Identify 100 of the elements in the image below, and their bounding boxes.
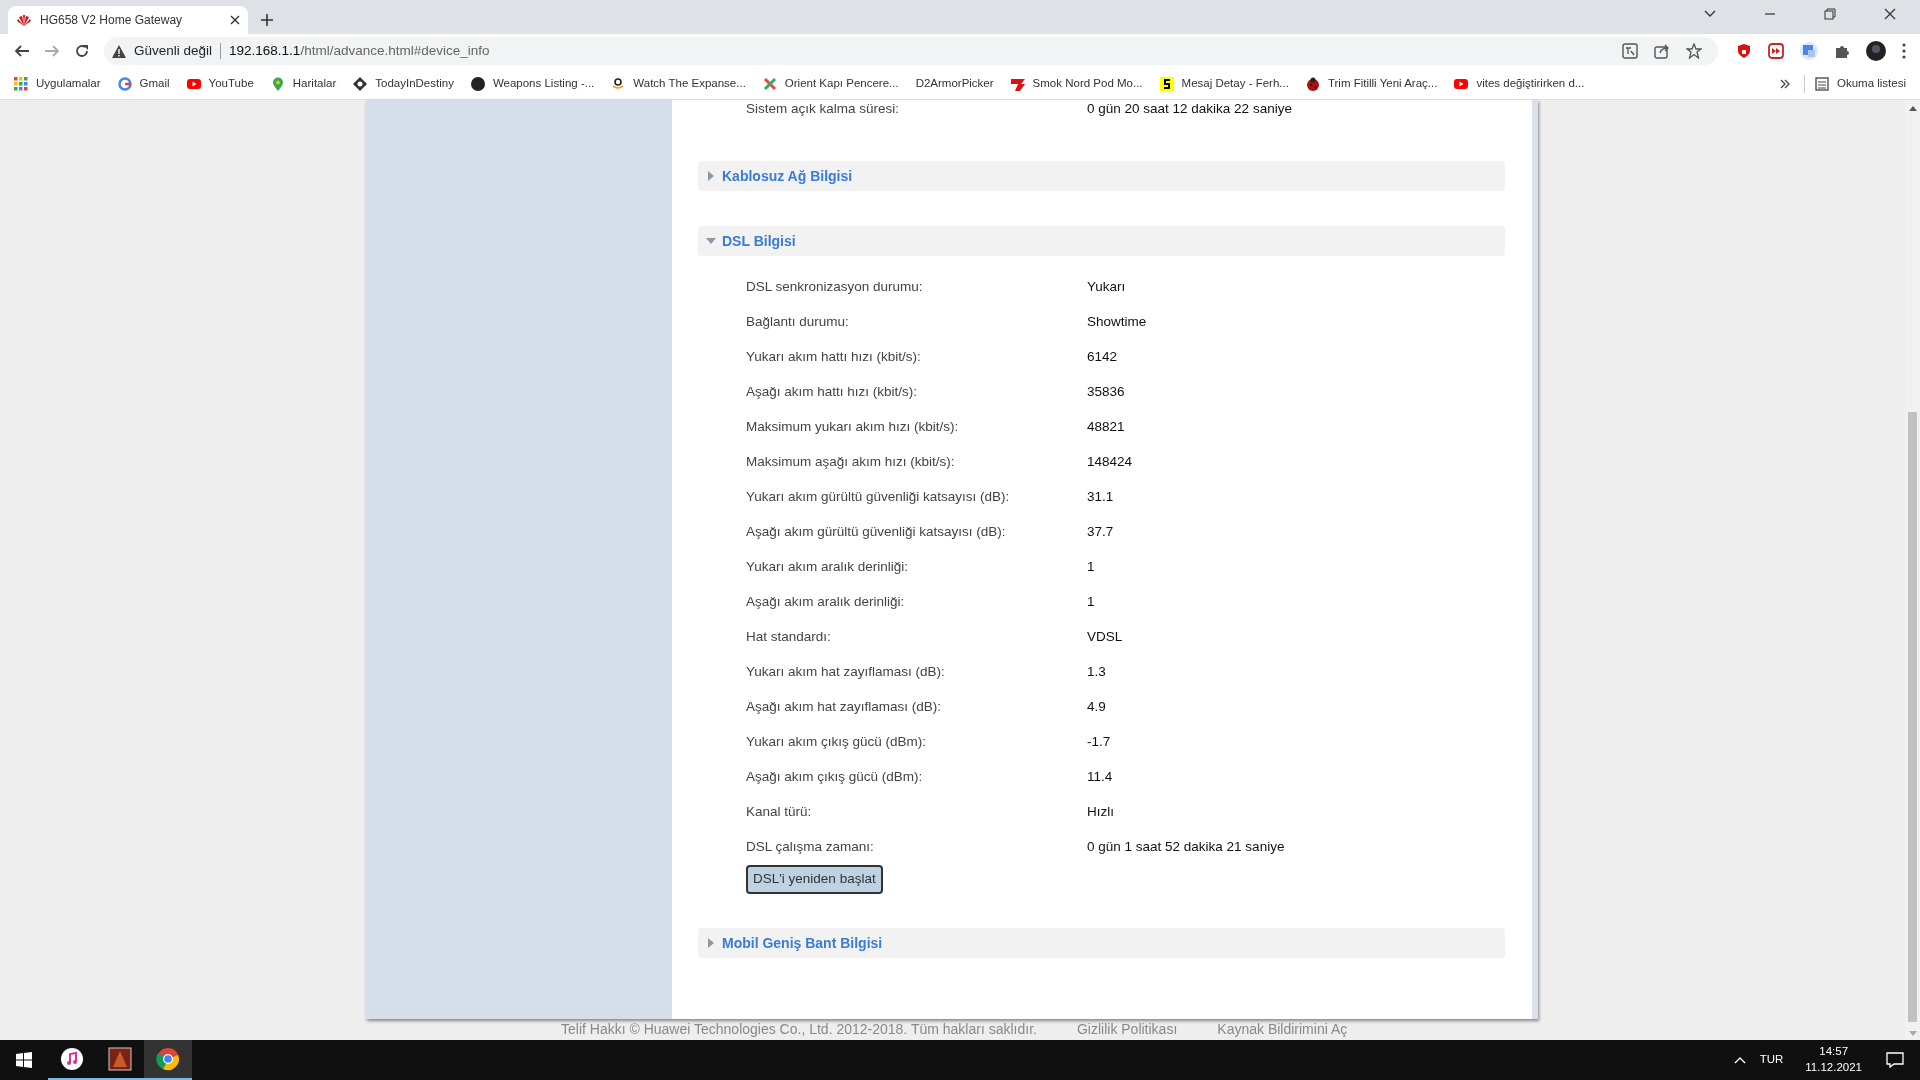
field-value: 37.7 xyxy=(1087,523,1114,542)
field-value: VDSL xyxy=(1087,628,1123,647)
avatar-icon[interactable] xyxy=(1866,41,1886,61)
fast-forward-icon[interactable] xyxy=(1768,43,1784,59)
bookmark-link[interactable]: YouTube xyxy=(208,74,254,93)
field-value: 148424 xyxy=(1087,453,1133,472)
game-tile-icon xyxy=(108,1047,132,1071)
bookmark-link[interactable]: Orient Kapı Pencere... xyxy=(784,74,899,93)
pin-icon[interactable] xyxy=(270,76,285,91)
browser-tab[interactable]: HG658 V2 Home Gateway xyxy=(8,6,248,34)
field-value: 0 gün 20 saat 12 dakika 22 saniye xyxy=(1087,99,1292,118)
notification-icon[interactable] xyxy=(1886,1052,1904,1068)
puzzle-icon[interactable] xyxy=(1834,43,1850,59)
star-icon[interactable] xyxy=(1686,43,1702,59)
plus-icon[interactable] xyxy=(260,13,274,27)
field-label: Aşağı akım aralık derinliği: xyxy=(746,593,906,612)
field-label: Yukarı akım gürültü güvenliği katsayısı (dB): xyxy=(746,488,1011,507)
warning-icon xyxy=(112,44,126,58)
bookmark-link[interactable]: Gmail xyxy=(139,74,170,93)
bookmark-link[interactable]: Uygulamalar xyxy=(36,74,101,93)
close-icon[interactable] xyxy=(1883,7,1897,21)
zigzag-logo-icon[interactable] xyxy=(1010,76,1025,91)
clock-time: 14:57 xyxy=(1819,1044,1849,1060)
play-icon[interactable] xyxy=(186,76,201,91)
field-value: 6142 xyxy=(1087,348,1118,367)
clock-date: 11.12.2021 xyxy=(1805,1060,1862,1075)
windows-logo-icon[interactable] xyxy=(16,1052,32,1068)
bookmark-link[interactable]: Smok Nord Pod Mo... xyxy=(1032,74,1143,93)
restore-icon[interactable] xyxy=(1823,7,1837,21)
diamond-icon[interactable] xyxy=(353,76,368,91)
caret-right-icon xyxy=(706,938,716,948)
bookmark-link[interactable]: Weapons Listing -... xyxy=(492,74,595,93)
field-value: 35836 xyxy=(1087,383,1125,402)
bookmark-link[interactable]: Haritalar xyxy=(292,74,337,93)
bookmark-link[interactable]: TodayInDestiny xyxy=(375,74,454,93)
copyright-text: Telif Hakkı © Huawei Technologies Co., Ltd. 2012-2018. Tüm hakları saklıdır. xyxy=(561,1020,1037,1039)
field-value: 4.9 xyxy=(1087,698,1106,717)
reload-icon[interactable] xyxy=(74,43,90,59)
bookmark-link[interactable]: D2ArmorPicker xyxy=(915,74,994,93)
bookmark-link[interactable]: vites değiştirirken d... xyxy=(1476,74,1585,93)
section-header[interactable]: Kablosuz Ağ Bilgisi xyxy=(698,161,1505,191)
field-label: Hat standardı: xyxy=(746,628,832,647)
list-icon[interactable] xyxy=(1814,76,1829,91)
field-value: 1.3 xyxy=(1087,663,1106,682)
url-text: 192.168.1.1/html/advance.html#device_info xyxy=(229,41,490,60)
chrome-logo-icon xyxy=(156,1047,180,1071)
field-label: Aşağı akım gürültü güvenliği katsayısı (dB): xyxy=(746,523,1007,542)
play-icon[interactable] xyxy=(1454,76,1469,91)
field-value: 11.4 xyxy=(1087,768,1113,787)
letter-tile-icon[interactable] xyxy=(1159,76,1174,91)
field-value: 1 xyxy=(1087,558,1095,577)
ladybug-icon[interactable] xyxy=(1305,76,1320,91)
field-label: Yukarı akım çıkış gücü (dBm): xyxy=(746,733,928,752)
field-label: Kanal türü: xyxy=(746,803,813,822)
chevron-up-icon[interactable] xyxy=(1733,1056,1746,1064)
field-value: Hızlı xyxy=(1087,803,1114,822)
bookmark-link[interactable]: Trim Fitilli Yeni Araç... xyxy=(1327,74,1438,93)
more-icon[interactable] xyxy=(1902,43,1906,59)
circle-icon[interactable] xyxy=(470,76,485,91)
section-header[interactable]: Mobil Geniş Bant Bilgisi xyxy=(698,928,1505,958)
security-label: Güvenli değil xyxy=(134,41,213,60)
field-label: Aşağı akım hattı hızı (kbit/s): xyxy=(746,383,919,402)
share-icon[interactable] xyxy=(1654,43,1670,59)
grid-icon[interactable] xyxy=(14,76,28,91)
shield-icon[interactable] xyxy=(1736,43,1752,59)
close-icon[interactable] xyxy=(230,15,240,25)
field-label: DSL senkronizasyon durumu: xyxy=(746,278,924,297)
section-header[interactable]: DSL Bilgisi xyxy=(698,226,1505,256)
field-label: Bağlantı durumu: xyxy=(746,313,850,332)
address-bar[interactable]: Güvenli değil 192.168.1.1/html/advance.html#device_info xyxy=(104,37,1718,65)
field-label: Maksimum yukarı akım hızı (kbit/s): xyxy=(746,418,960,437)
field-value: Yukarı xyxy=(1087,278,1126,297)
field-label: Yukarı akım hattı hızı (kbit/s): xyxy=(746,348,922,367)
scrollbar-thumb[interactable] xyxy=(1908,412,1917,1022)
restart-button[interactable]: DSL'i yeniden başlat xyxy=(746,865,883,894)
flower-logo-icon xyxy=(16,13,32,27)
bookmark-link[interactable]: Watch The Expanse... xyxy=(633,74,746,93)
field-label: DSL çalışma zamanı: xyxy=(746,838,875,857)
tab-title: HG658 V2 Home Gateway xyxy=(40,12,184,29)
double-chevron-icon[interactable] xyxy=(1779,78,1790,89)
field-label: Aşağı akım hat zayıflaması (dB): xyxy=(746,698,943,717)
cross-icon[interactable] xyxy=(762,76,777,91)
field-value: 48821 xyxy=(1087,418,1125,437)
music-note-icon xyxy=(60,1047,84,1071)
language-indicator[interactable]: TUR xyxy=(1759,1051,1784,1069)
field-label: Yukarı akım hat zayıflaması (dB): xyxy=(746,663,946,682)
field-value: Showtime xyxy=(1087,313,1147,332)
field-value: 1 xyxy=(1087,593,1095,612)
field-label: Yukarı akım aralık derinliği: xyxy=(746,558,910,577)
clock[interactable]: 14:57 11.12.2021 xyxy=(1805,1044,1862,1076)
field-label: Aşağı akım çıkış gücü (dBm): xyxy=(746,768,924,787)
taskbar-app[interactable] xyxy=(144,1040,192,1080)
bookmark-link[interactable]: Mesaj Detay - Ferh... xyxy=(1181,74,1289,93)
reading-list-link[interactable]: Okuma listesi xyxy=(1836,74,1906,93)
back-arrow-icon[interactable] xyxy=(14,43,30,59)
up-arrow-icon[interactable] xyxy=(1908,106,1917,111)
ring-icon[interactable] xyxy=(117,76,132,91)
caret-right-icon xyxy=(706,171,716,181)
field-value: 0 gün 1 saat 52 dakika 21 saniye xyxy=(1087,838,1285,857)
field-value: -1.7 xyxy=(1087,733,1111,752)
